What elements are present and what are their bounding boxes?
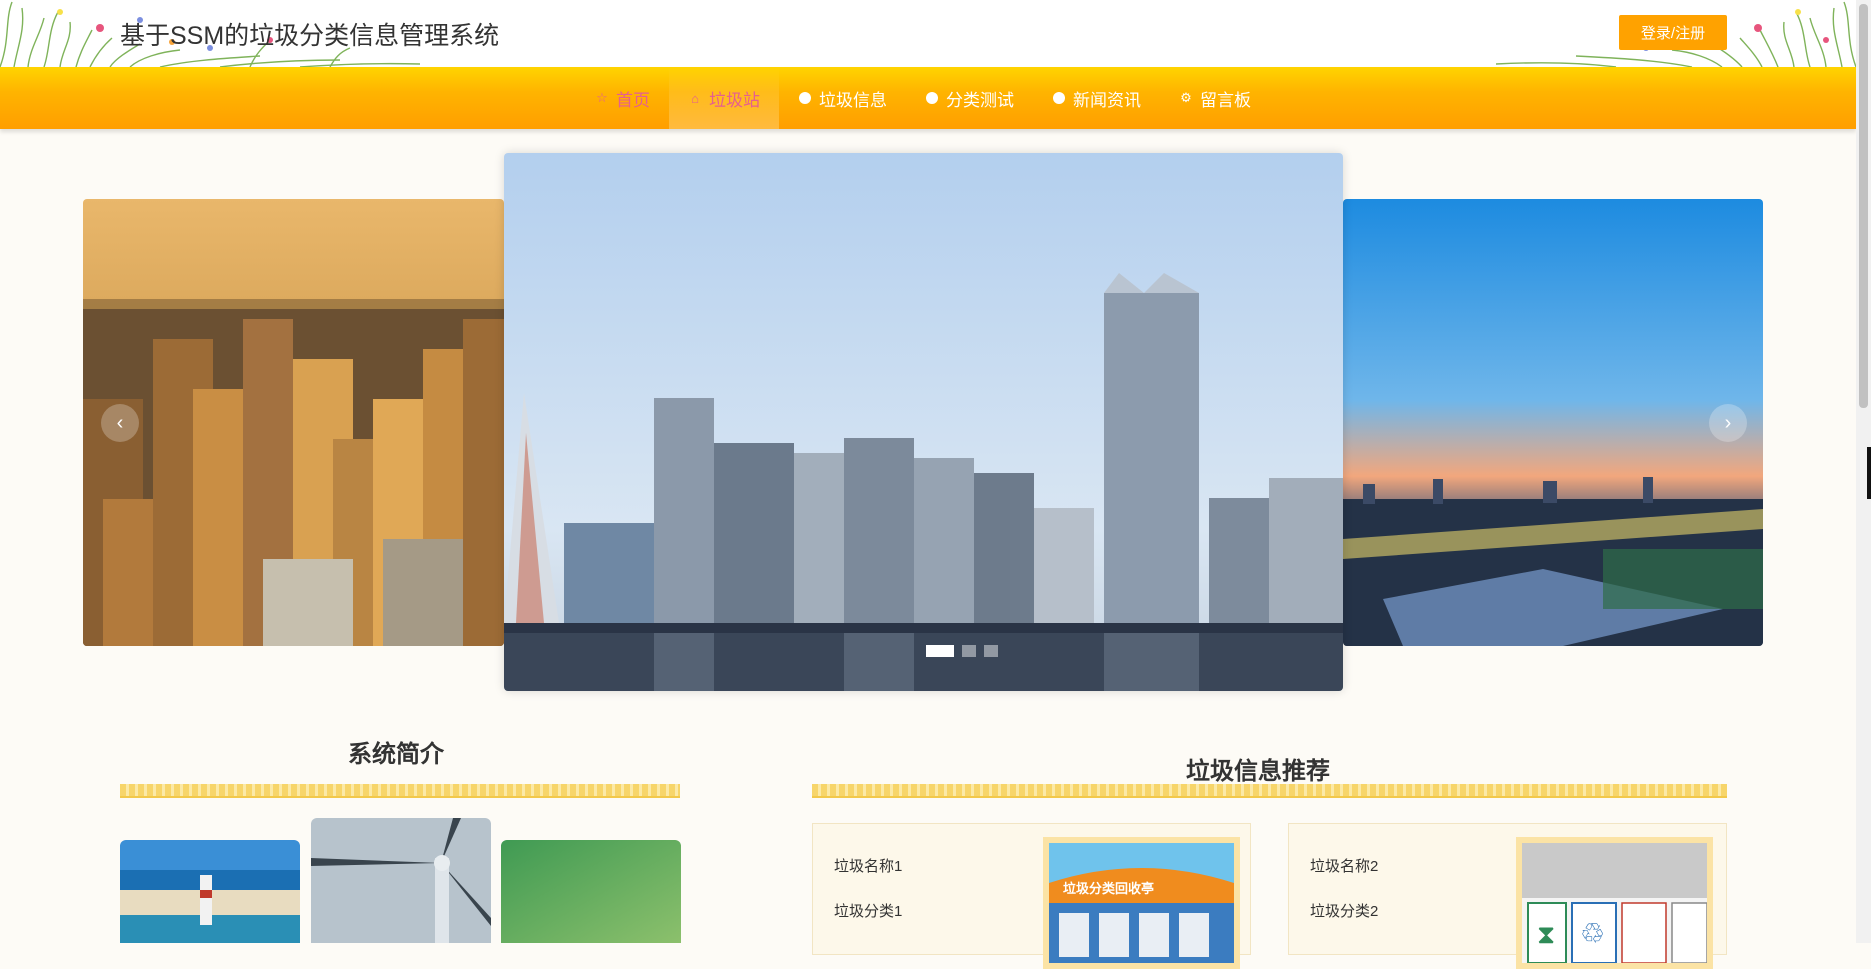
intro-image-windmill: [311, 818, 491, 943]
nav-item-label: 留言板: [1200, 90, 1251, 110]
garbage-card[interactable]: 垃圾名称2 垃圾分类2 ⧗ ♲: [1288, 823, 1727, 969]
garbage-image: 垃圾分类回收亭: [1043, 837, 1240, 969]
booth-sign: 垃圾分类回收亭: [1063, 881, 1154, 897]
nav-item-label: 垃圾信息: [819, 90, 887, 110]
carousel-slide-center[interactable]: [504, 153, 1343, 691]
carousel-indicator[interactable]: [926, 645, 954, 657]
recommend-title: 垃圾信息推荐: [1186, 758, 1330, 785]
carousel-prev-button[interactable]: ‹: [101, 404, 139, 442]
nav-item-garbage-info[interactable]: 垃圾信息: [779, 67, 906, 129]
city-sunset-image: [83, 199, 504, 646]
city-dusk-image: [1343, 199, 1763, 646]
top-header: 基于SSM的垃圾分类信息管理系统 登录/注册: [0, 0, 1856, 67]
nav-item-message-board[interactable]: ⚙ 留言板: [1160, 67, 1270, 129]
intro-title: 系统简介: [348, 741, 444, 768]
intro-image-green: [501, 840, 681, 943]
garbage-category: 垃圾分类2: [1310, 903, 1379, 920]
info-icon: [1052, 91, 1066, 105]
nav-item-label: 新闻资讯: [1073, 90, 1141, 110]
carousel-slide-right[interactable]: [1343, 199, 1763, 646]
home-icon: ⌂: [691, 90, 699, 106]
garbage-category: 垃圾分类1: [834, 903, 903, 920]
nav-item-news[interactable]: 新闻资讯: [1033, 67, 1160, 129]
nav-item-label: 垃圾站: [709, 90, 760, 110]
nav-item-label: 首页: [616, 90, 650, 110]
ribbon-divider: [812, 784, 1727, 798]
carousel-indicators: [926, 645, 998, 657]
nav-item-label: 分类测试: [946, 90, 1014, 110]
dot-icon: [798, 91, 812, 105]
city-skyline-image: [504, 153, 1343, 691]
garbage-name: 垃圾名称1: [834, 858, 903, 875]
star-icon: ☆: [596, 90, 608, 105]
carousel-next-button[interactable]: ›: [1709, 404, 1747, 442]
site-title: 基于SSM的垃圾分类信息管理系统: [120, 22, 500, 50]
login-register-button[interactable]: 登录/注册: [1619, 15, 1727, 50]
intro-image-beach: [120, 840, 300, 943]
svg-text:⧗: ⧗: [1537, 920, 1555, 950]
carousel-slide-left[interactable]: [83, 199, 504, 646]
main-nav: ☆ 首页 ⌂ 垃圾站 垃圾信息 分类测试 新闻资讯 ⚙ 留言板: [0, 67, 1856, 129]
scrollbar-thumb[interactable]: [1859, 4, 1868, 408]
garbage-name: 垃圾名称2: [1310, 858, 1379, 875]
carousel-indicator[interactable]: [984, 645, 998, 657]
gear-icon: ⚙: [1180, 90, 1192, 105]
scroll-marker: [1867, 447, 1871, 499]
nav-item-home[interactable]: ☆ 首页: [576, 67, 669, 129]
nav-item-classify-test[interactable]: 分类测试: [906, 67, 1033, 129]
svg-text:♲: ♲: [1580, 917, 1605, 950]
garbage-image: ⧗ ♲: [1516, 837, 1713, 969]
carousel-indicator[interactable]: [962, 645, 976, 657]
garbage-card[interactable]: 垃圾名称1 垃圾分类1 垃圾分类回收亭: [812, 823, 1251, 969]
nav-item-station[interactable]: ⌂ 垃圾站: [669, 67, 779, 129]
dot-icon: [925, 91, 939, 105]
ribbon-divider: [120, 784, 680, 798]
